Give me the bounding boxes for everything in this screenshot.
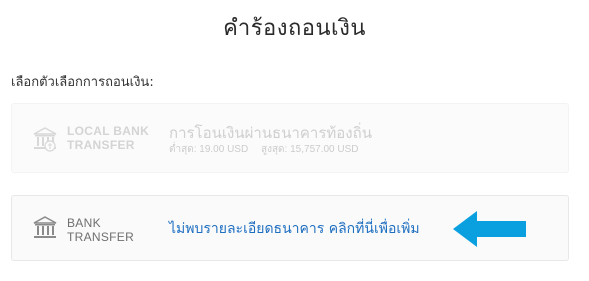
withdrawal-options-prompt: เลือกตัวเลือกการถอนเงิน: bbox=[11, 75, 154, 90]
arrow-left-icon bbox=[453, 211, 526, 247]
min-limit: ต่ำสุด: 19.00 USD bbox=[169, 144, 249, 155]
bank-label-line2: TRANSFER bbox=[67, 230, 135, 244]
bank-icon bbox=[32, 126, 58, 152]
bank-method-label: BANK TRANSFER bbox=[67, 216, 134, 244]
bank-label-line1: BANK bbox=[67, 216, 101, 230]
add-bank-details-link[interactable]: ไม่พบรายละเอียดธนาคาร คลิกที่นี่เพื่อเพิ… bbox=[169, 218, 420, 240]
method-limits: ต่ำสุด: 19.00 USD สูงสุด: 15,757.00 USD bbox=[169, 142, 369, 157]
max-limit: สูงสุด: 15,757.00 USD bbox=[260, 144, 359, 155]
bank-method-label: LOCAL BANK TRANSFER bbox=[67, 124, 149, 152]
bank-icon bbox=[32, 215, 58, 241]
bank-label-line1: LOCAL BANK bbox=[67, 124, 150, 138]
local-bank-transfer-option[interactable]: LOCAL BANK TRANSFER การโอนเงินผ่านธนาคาร… bbox=[11, 103, 569, 173]
page-title: คำร้องถอนเงิน bbox=[223, 16, 366, 41]
bank-label-line2: TRANSFER bbox=[67, 138, 135, 152]
